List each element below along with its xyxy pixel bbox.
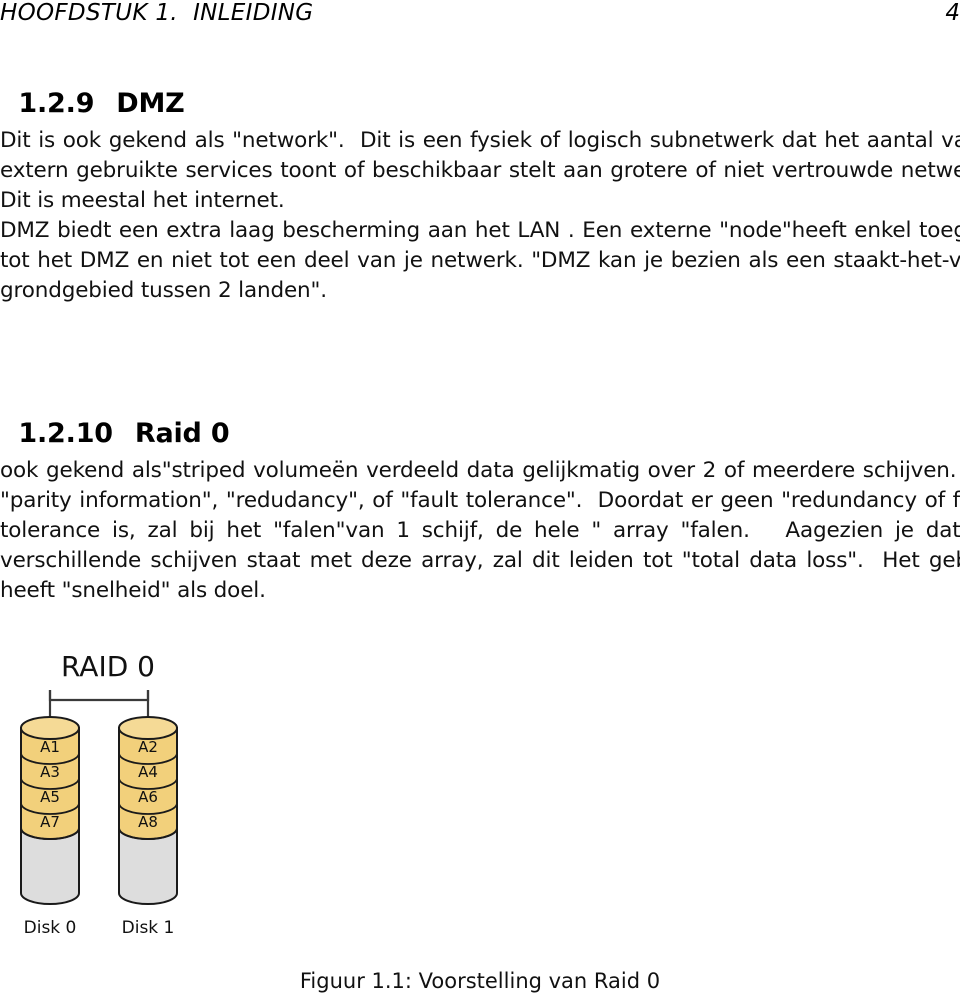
disk0-block-label: A3 (40, 763, 60, 781)
disk-top-face (118, 716, 178, 740)
paragraph-dmz-intro: Dit is ook gekend als "network". Dit is … (0, 126, 960, 216)
text-line: Dit is meestal het internet. (0, 188, 285, 213)
bracket-connector (48, 690, 150, 718)
figure-caption: Figuur 1.1: Voorstelling van Raid 0 (299, 969, 661, 993)
disk0-block-label: A1 (40, 738, 60, 756)
figure-raid0-diagram: RAID 0 A1 A3 A5 A7 Disk 0 A2 A4 A6 A8 Di… (8, 648, 228, 948)
chapter-header-title: HOOFDSTUK 1. INLEIDING (0, 0, 314, 26)
text-line: verschillende schijven staat met deze ar… (0, 548, 960, 573)
section-title: Raid 0 (134, 418, 230, 449)
section-heading-raid: 1.2.10 Raid 0 (0, 387, 229, 449)
text-line: extern gebruikte services toont of besch… (0, 158, 960, 183)
disk0-block-label: A7 (40, 813, 60, 831)
disk1-block-label: A4 (138, 763, 158, 781)
page-number: 4 (945, 0, 960, 26)
section-number: 1.2.10 (18, 418, 113, 449)
text-line: Dit is ook gekend als "network". Dit is … (0, 128, 960, 153)
text-line: heeft "snelheid" als doel. (0, 578, 266, 603)
paragraph-dmz-detail: DMZ biedt een extra laag bescherming aan… (0, 216, 960, 306)
disk1-name-label: Disk 1 (122, 918, 175, 938)
page-running-header: HOOFDSTUK 1. INLEIDING 4 (0, 0, 960, 34)
disk1-block-label: A2 (138, 738, 158, 756)
text-line: ook gekend als"striped volumeën verdeeld… (0, 458, 960, 483)
text-line: grondgebied tussen 2 landen". (0, 278, 327, 303)
disk0-block-label: A5 (40, 788, 60, 806)
disk-cylinder-1: A2 A4 A6 A8 Disk 1 (118, 716, 178, 938)
section-number: 1.2.9 (18, 88, 95, 119)
disk1-block-label: A6 (138, 788, 158, 806)
disk-top-face (20, 716, 80, 740)
text-line: tot het DMZ en niet tot een deel van je … (0, 248, 960, 273)
text-line: "parity information", "redudancy", of "f… (0, 488, 960, 513)
disk0-name-label: Disk 0 (24, 918, 77, 938)
text-line: tolerance is, zal bij het "falen"van 1 s… (0, 518, 960, 543)
section-title: DMZ (116, 88, 185, 119)
section-heading-dmz: 1.2.9 DMZ (0, 57, 185, 119)
text-line: DMZ biedt een extra laag bescherming aan… (0, 218, 960, 243)
diagram-title-label: RAID 0 (61, 650, 155, 683)
disk1-block-label: A8 (138, 813, 158, 831)
disk-cylinder-0: A1 A3 A5 A7 Disk 0 (20, 716, 80, 938)
paragraph-raid-body: ook gekend als"striped volumeën verdeeld… (0, 456, 960, 606)
